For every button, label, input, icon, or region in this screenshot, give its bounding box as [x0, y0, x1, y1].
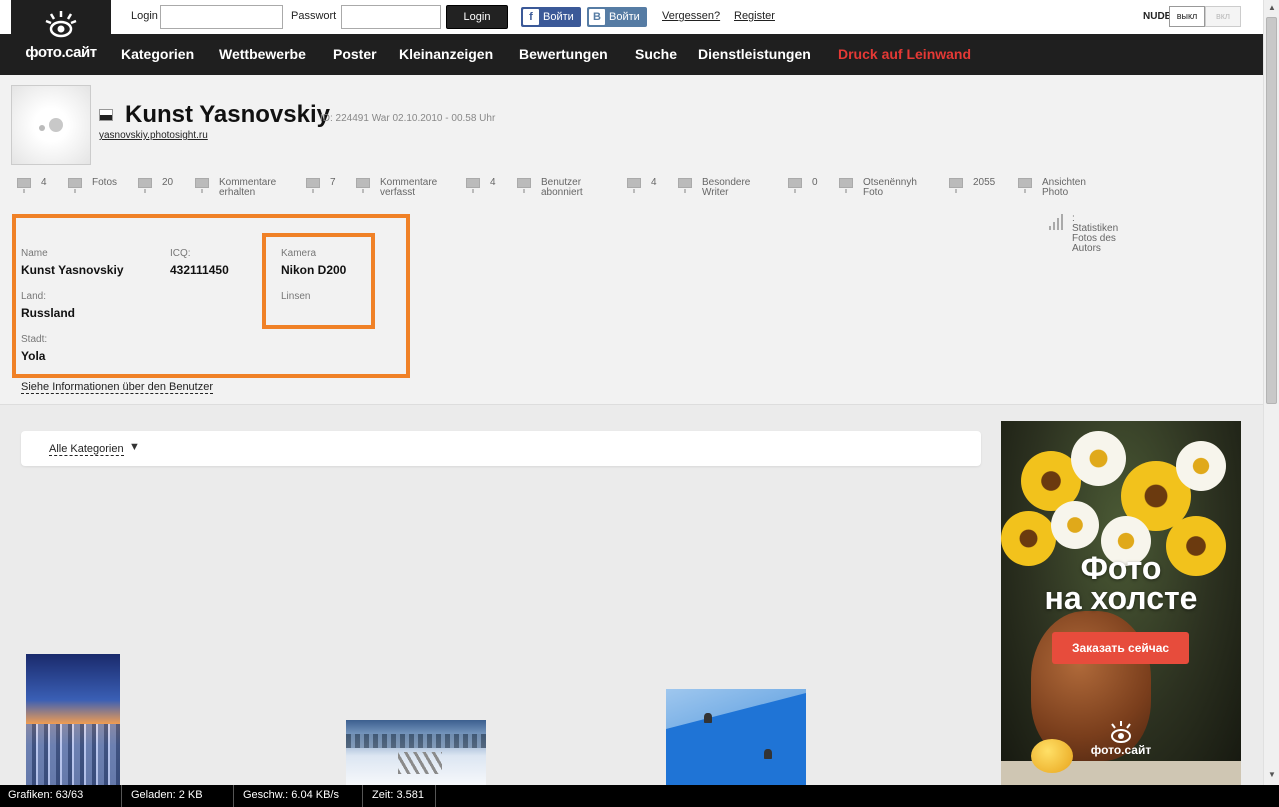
stat-icon	[195, 178, 209, 193]
stat-value: 7	[330, 177, 336, 188]
forgot-password-link[interactable]: Vergessen?	[662, 10, 720, 22]
register-link[interactable]: Register	[734, 10, 775, 22]
stat-icon	[466, 178, 480, 193]
country-label: Land:	[21, 291, 47, 302]
vk-icon: B	[589, 9, 605, 25]
stat-icon	[306, 178, 320, 193]
country-flag-icon	[99, 109, 113, 121]
stat-label: Besondere Writer	[702, 177, 751, 198]
nude-on-toggle[interactable]: вкл	[1205, 6, 1241, 27]
ad-eye-logo-icon	[1111, 721, 1131, 743]
lens-label: Linsen	[281, 291, 311, 302]
stat-label: Kommentare verfasst	[380, 177, 438, 198]
stat-value: 4	[41, 177, 47, 188]
browser-status-bar: Grafiken: 63/63 Geladen: 2 KB Geschw.: 6…	[0, 785, 1279, 807]
scroll-up-icon[interactable]: ▲	[1268, 3, 1276, 12]
user-info-link[interactable]: Siehe Informationen über den Benutzer	[21, 381, 214, 394]
dropdown-arrow-icon[interactable]: ▼	[129, 441, 140, 453]
ad-logo-text: фото.сайт	[1090, 743, 1152, 757]
stat-icon	[949, 178, 963, 193]
status-geschw: Geschw.: 6.04 KB/s	[243, 789, 339, 801]
stat-value: 0	[812, 177, 818, 188]
stat-label: Otsenënnyh Foto	[863, 177, 917, 198]
site-logo[interactable]: фото.сайт	[11, 0, 111, 75]
stat-value: 20	[162, 177, 174, 188]
nav-druck-auf-leinwand[interactable]: Druck auf Leinwand	[838, 46, 971, 62]
page-scrollbar[interactable]: ▲ ▼	[1263, 0, 1279, 785]
nude-filter-label: NUDE	[1143, 11, 1172, 22]
camera-value: Nikon D200	[281, 263, 347, 277]
country-value: Russland	[21, 306, 76, 320]
name-value: Kunst Yasnovskiy	[21, 263, 124, 277]
category-filter-bar: Alle Kategorien ▼	[21, 431, 981, 466]
login-label: Login	[131, 10, 158, 22]
profile-name: Kunst Yasnovskiy	[125, 101, 330, 128]
login-input[interactable]	[160, 5, 283, 29]
stat-label: Fotos	[92, 177, 118, 188]
photo-thumbnail-city-night[interactable]	[26, 654, 120, 785]
site-logo-text: фото.сайт	[25, 44, 97, 61]
name-label: Name	[21, 248, 48, 259]
photo-thumbnail-winter-fence[interactable]	[346, 720, 486, 785]
top-login-bar: Login Passwort Login f Войти B Войти Ver…	[0, 0, 1263, 34]
icq-label: ICQ:	[170, 248, 191, 259]
facebook-login-button[interactable]: f Войти	[521, 7, 581, 27]
nav-kleinanzeigen[interactable]: Kleinanzeigen	[399, 46, 493, 62]
stat-icon	[17, 178, 31, 193]
profile-url-link[interactable]: yasnovskiy.photosight.ru	[99, 130, 208, 141]
eye-logo-icon	[45, 11, 77, 38]
user-avatar	[11, 85, 91, 165]
author-statistics-link[interactable]: : Statistiken Fotos des Autors	[1072, 214, 1118, 254]
nav-wettbewerbe[interactable]: Wettbewerbe	[219, 46, 306, 62]
stat-value: 2055	[973, 177, 996, 188]
password-input[interactable]	[341, 5, 441, 29]
stat-icon	[1018, 178, 1032, 193]
stat-icon	[356, 178, 370, 193]
password-label: Passwort	[291, 10, 337, 22]
camera-label: Kamera	[281, 248, 317, 259]
stat-icon	[788, 178, 802, 193]
facebook-icon: f	[523, 9, 539, 25]
scrollbar-thumb[interactable]	[1266, 17, 1277, 404]
stat-icon	[68, 178, 82, 193]
photo-thumbnail-blue-wall[interactable]	[666, 689, 806, 785]
nav-poster[interactable]: Poster	[333, 46, 377, 62]
login-button[interactable]: Login	[446, 5, 508, 29]
camera-highlight-box	[262, 233, 375, 329]
category-dropdown[interactable]: Alle Kategorien	[49, 443, 124, 456]
nav-bewertungen[interactable]: Bewertungen	[519, 46, 608, 62]
icq-value: 432111450	[170, 263, 229, 277]
stat-icon	[138, 178, 152, 193]
nav-dienstleistungen[interactable]: Dienstleistungen	[698, 46, 811, 62]
vk-login-label: Войти	[609, 11, 640, 23]
profile-meta: ID: 224491 War 02.10.2010 - 00.58 Uhr	[320, 113, 496, 124]
nav-kategorien[interactable]: Kategorien	[121, 46, 194, 62]
ad-title: Фото на холсте	[1044, 550, 1198, 616]
stat-icon	[517, 178, 531, 193]
ad-order-button[interactable]: Заказать сейчас	[1052, 632, 1189, 664]
stat-label: Kommentare erhalten	[219, 177, 277, 198]
vk-login-button[interactable]: B Войти	[587, 7, 647, 27]
nav-suche[interactable]: Suche	[635, 46, 677, 62]
stat-value: 4	[651, 177, 657, 188]
stat-value: 4	[490, 177, 496, 188]
facebook-login-label: Войти	[543, 11, 574, 23]
status-grafiken: Grafiken: 63/63	[8, 789, 84, 801]
nude-off-toggle[interactable]: выкл	[1169, 6, 1205, 27]
city-value: Yola	[21, 349, 46, 363]
scroll-down-icon[interactable]: ▼	[1268, 770, 1276, 779]
status-geladen: Geladen: 2 KB	[131, 789, 203, 801]
stat-label: Benutzer abonniert	[541, 177, 583, 198]
stat-icon	[678, 178, 692, 193]
stat-icon	[627, 178, 641, 193]
statistics-chart-icon[interactable]	[1049, 214, 1065, 230]
status-zeit: Zeit: 3.581	[372, 789, 424, 801]
stat-label: Ansichten Photo	[1042, 177, 1086, 198]
city-label: Stadt:	[21, 334, 48, 345]
stat-icon	[839, 178, 853, 193]
main-nav: Kategorien Wettbewerbe Poster Kleinanzei…	[0, 34, 1263, 75]
canvas-print-ad[interactable]: Фото на холсте Заказать сейчас фото.сайт	[1001, 421, 1241, 785]
